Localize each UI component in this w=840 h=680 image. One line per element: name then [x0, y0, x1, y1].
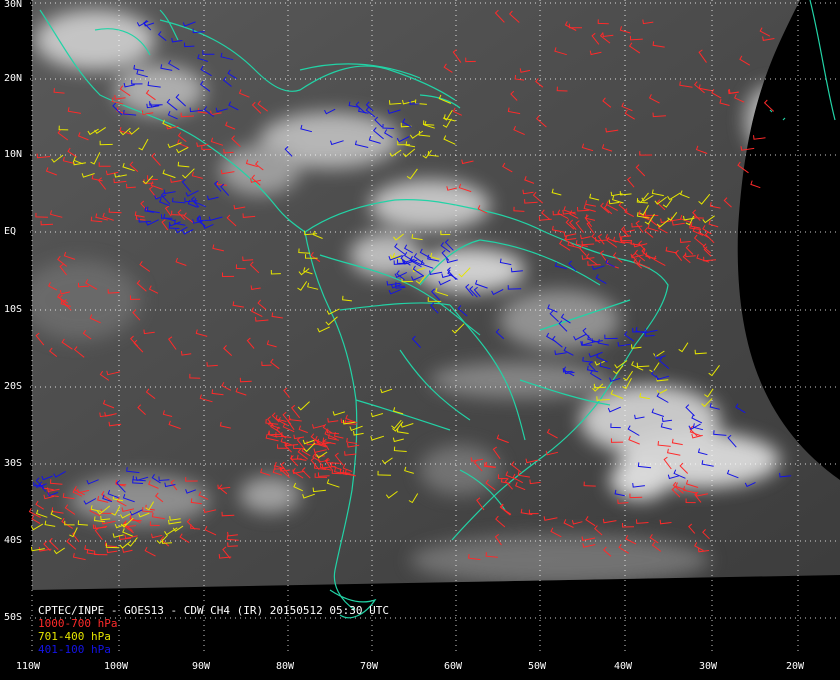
legend-low-level: 1000-700 hPa [38, 617, 118, 630]
lat-label: 20N [4, 73, 23, 84]
lon-label: 90W [192, 661, 211, 672]
lon-label: 40W [614, 661, 633, 672]
satellite-wind-map [0, 0, 840, 680]
lat-label: 40S [4, 535, 23, 546]
lon-label: 80W [276, 661, 295, 672]
legend-high-level: 401-100 hPa [38, 643, 111, 656]
lat-label: 10N [4, 149, 23, 160]
lon-label: 20W [786, 661, 805, 672]
lon-label: 110W [16, 661, 41, 672]
legend-mid-level: 701-400 hPa [38, 630, 111, 643]
lon-label: 70W [360, 661, 379, 672]
image-title: CPTEC/INPE - GOES13 - CDW CH4 (IR) 20150… [38, 604, 389, 617]
lat-label: 10S [4, 304, 23, 315]
lat-label: 30S [4, 458, 23, 469]
lat-label: 50S [4, 612, 23, 623]
lon-label: 100W [104, 661, 129, 672]
lon-label: 30W [699, 661, 718, 672]
lon-label: 60W [444, 661, 463, 672]
lon-label: 50W [528, 661, 547, 672]
lat-label: 20S [4, 381, 23, 392]
lat-label: 30N [4, 0, 23, 10]
lat-label: EQ [4, 226, 17, 237]
